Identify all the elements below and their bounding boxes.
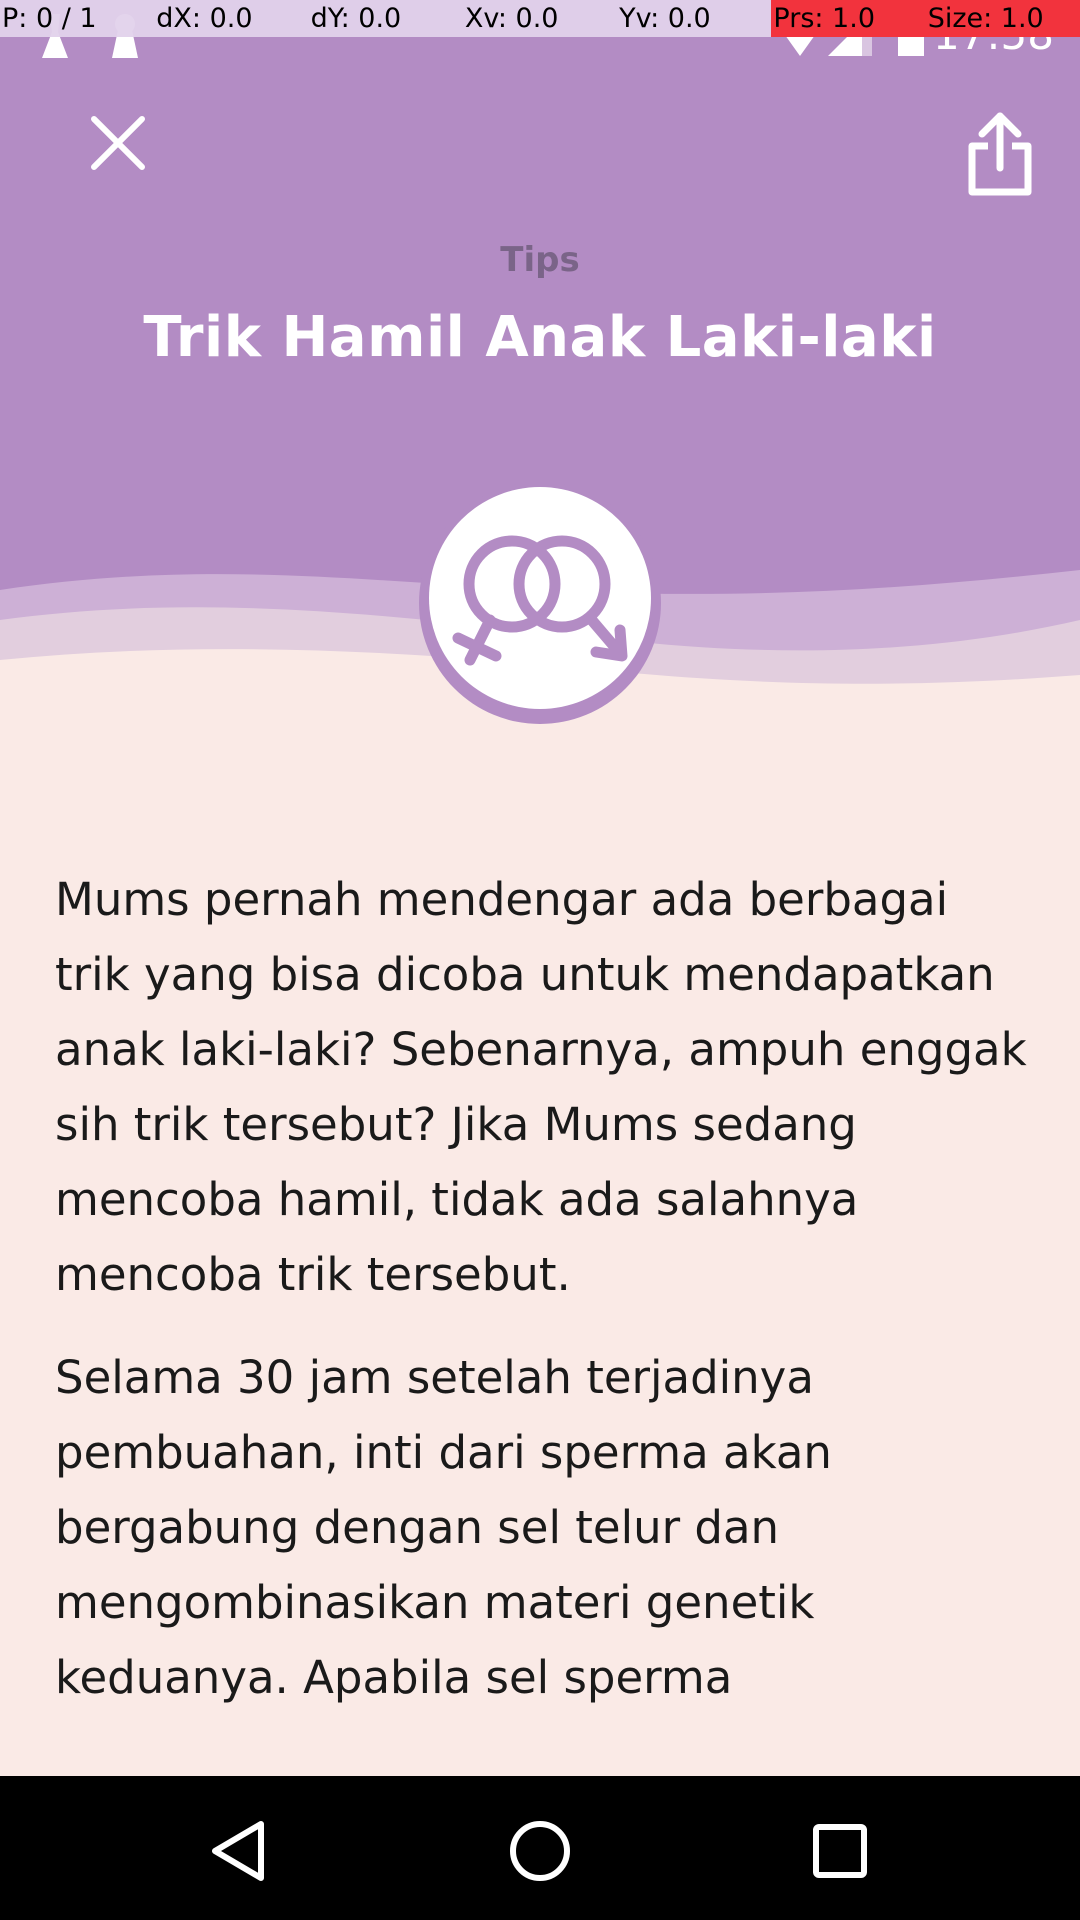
back-triangle-icon bbox=[212, 1821, 264, 1881]
gender-emblem bbox=[412, 480, 668, 726]
article-paragraph: Selama 30 jam setelah terjadinya pembuah… bbox=[55, 1351, 832, 1704]
debug-dy: dY: 0.0 bbox=[308, 0, 463, 37]
article-category: Tips bbox=[500, 240, 580, 280]
debug-size: Size: 1.0 bbox=[925, 0, 1080, 37]
debug-xv: Xv: 0.0 bbox=[462, 0, 618, 37]
system-navigation-bar bbox=[0, 1776, 1080, 1920]
close-icon bbox=[91, 116, 145, 170]
share-button[interactable] bbox=[962, 110, 1038, 200]
article-paragraph: Mums pernah mendengar ada berbagai trik … bbox=[55, 873, 1027, 1301]
gender-symbols-icon bbox=[419, 482, 661, 724]
recents-button[interactable] bbox=[805, 1816, 875, 1886]
pointer-location-overlay: P: 0 / 1 dX: 0.0 dY: 0.0 Xv: 0.0 Yv: 0.0… bbox=[0, 0, 1080, 37]
close-button[interactable] bbox=[80, 105, 156, 181]
recents-square-icon bbox=[813, 1824, 867, 1878]
debug-pressure: Prs: 1.0 bbox=[771, 0, 926, 37]
article-title: Trik Hamil Anak Laki-laki bbox=[143, 305, 937, 370]
debug-dx: dX: 0.0 bbox=[154, 0, 309, 37]
home-circle-icon bbox=[510, 1821, 570, 1881]
share-icon bbox=[968, 112, 1032, 196]
article-body: Mums pernah mendengar ada berbagai trik … bbox=[55, 862, 1035, 1743]
back-button[interactable] bbox=[205, 1816, 275, 1886]
debug-pointer: P: 0 / 1 bbox=[0, 0, 155, 37]
debug-yv: Yv: 0.0 bbox=[617, 0, 772, 37]
home-button[interactable] bbox=[505, 1816, 575, 1886]
